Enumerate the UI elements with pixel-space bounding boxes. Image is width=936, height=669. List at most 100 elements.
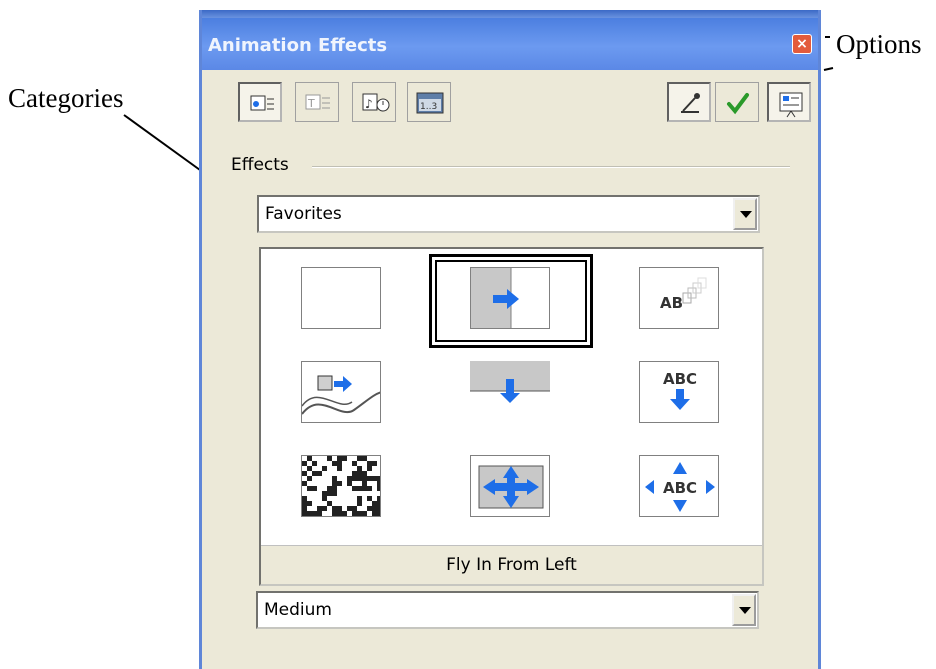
dissolve-pixel [372, 511, 377, 516]
dissolve-pixel [362, 516, 367, 517]
dissolve-pixel [302, 501, 307, 506]
svg-text:♪: ♪ [365, 97, 373, 111]
effect-tile-fly-in-from-top[interactable] [470, 361, 550, 423]
effect-tile-box-out[interactable] [470, 455, 550, 517]
dissolve-pixel [347, 506, 352, 511]
effects-group-divider [312, 166, 790, 168]
dissolve-pixel [362, 471, 367, 476]
dissolve-pixel [352, 461, 357, 466]
dissolve-pixel [342, 511, 347, 516]
categories-pointer-line [123, 114, 201, 171]
effect-tile-fade-text[interactable]: AB [639, 267, 719, 329]
emphasis-category-button[interactable]: T [295, 82, 339, 122]
dissolve-pixel [372, 461, 377, 466]
exit-category-button[interactable]: ♪ [352, 82, 396, 122]
dissolve-pixel [367, 506, 372, 511]
dissolve-pixel [332, 506, 337, 511]
dissolve-pixel [337, 456, 342, 461]
appear-icon [302, 268, 381, 329]
entrance-category-button[interactable] [238, 82, 282, 122]
dissolve-pixel [357, 486, 362, 491]
dissolve-pixel [337, 466, 342, 471]
motion-paths-category-icon: 1..3 [416, 92, 444, 114]
dissolve-pixel [377, 481, 380, 486]
dissolve-pixel [357, 476, 362, 481]
selected-effect-name: Fly In From Left [446, 555, 577, 575]
effect-tile-text-fly-in-from-top[interactable]: ABC [639, 361, 719, 423]
dissolve-pixel [352, 476, 357, 481]
dissolve-pixel [377, 506, 380, 511]
dissolve-pixel [337, 506, 342, 511]
dissolve-pixel [377, 501, 380, 506]
effect-tile-text-expand[interactable]: ABC [639, 455, 719, 517]
dissolve-pixel [377, 486, 380, 491]
speed-select[interactable]: Medium [256, 591, 759, 629]
motion-paths-category-button[interactable]: 1..3 [407, 82, 451, 122]
entrance-category-icon [250, 95, 274, 111]
dissolve-pixel [332, 476, 337, 481]
dissolve-pixel [347, 516, 352, 517]
categories-annotation: Categories [8, 83, 124, 113]
dissolve-pixel [322, 506, 327, 511]
effect-tile-appear[interactable] [301, 267, 381, 329]
dissolve-pixel [322, 496, 327, 501]
chevron-down-icon[interactable] [732, 594, 756, 626]
dissolve-pixel [307, 476, 312, 481]
dissolve-pixel [362, 456, 367, 461]
dissolve-pixel [362, 511, 367, 516]
dissolve-pixel [307, 511, 312, 516]
options-annotation: Options [836, 29, 922, 59]
dissolve-pixel [372, 501, 377, 506]
text-expand-label: ABC [663, 479, 697, 497]
window-frame-top [202, 10, 818, 18]
effect-tile-curve-path[interactable] [301, 361, 381, 423]
dissolve-pixel [312, 511, 317, 516]
dissolve-pixel [342, 456, 347, 461]
effect-tile-dissolve[interactable] [301, 455, 381, 517]
effect-category-select[interactable]: Favorites [257, 195, 760, 233]
title-bar[interactable]: Animation Effects × [202, 18, 818, 70]
apply-icon [727, 93, 749, 115]
dissolve-pixel [352, 506, 357, 511]
effect-tile-fly-in-from-left[interactable] [470, 267, 550, 329]
options-pointer-line [823, 67, 834, 71]
dissolve-pixel [337, 511, 342, 516]
dissolve-pixel [302, 496, 307, 501]
dissolve-pixel [337, 461, 342, 466]
dissolve-pixel [327, 501, 332, 506]
dissolve-pixel [357, 496, 362, 501]
text-top-label: ABC [663, 370, 697, 388]
effects-gallery: AB ABC ABC Fly In From Left [259, 247, 764, 586]
dissolve-pixel [352, 486, 357, 491]
dissolve-pixel [362, 476, 367, 481]
dissolve-pixel [357, 501, 362, 506]
dissolve-pixel [307, 466, 312, 471]
dissolve-pixel [332, 491, 337, 496]
chevron-down-icon[interactable] [733, 198, 757, 230]
dissolve-icon [302, 456, 380, 517]
dissolve-pixel [312, 486, 317, 491]
dissolve-pixel [377, 511, 380, 516]
dissolve-pixel [367, 496, 372, 501]
preview-button[interactable] [767, 82, 811, 122]
dissolve-pixel [327, 486, 332, 491]
dissolve-pixel [372, 506, 377, 511]
apply-button[interactable] [715, 82, 759, 122]
close-button[interactable]: × [792, 34, 812, 54]
dissolve-pixel [327, 491, 332, 496]
svg-text:T: T [307, 97, 315, 110]
effects-group-label: Effects [231, 155, 289, 175]
dissolve-pixel [377, 476, 380, 481]
effect-options-icon [681, 93, 700, 113]
fade-text-icon: AB [660, 277, 707, 312]
dissolve-pixel [307, 501, 312, 506]
dissolve-pixel [347, 476, 352, 481]
dissolve-pixel [317, 516, 322, 517]
dissolve-pixel [367, 476, 372, 481]
dissolve-pixel [367, 461, 372, 466]
dissolve-pixel [312, 471, 317, 476]
dissolve-pixel [362, 481, 367, 486]
effect-options-button[interactable] [667, 82, 711, 122]
dissolve-pixel [332, 461, 337, 466]
selected-effect-caption-bar: Fly In From Left [261, 545, 762, 584]
